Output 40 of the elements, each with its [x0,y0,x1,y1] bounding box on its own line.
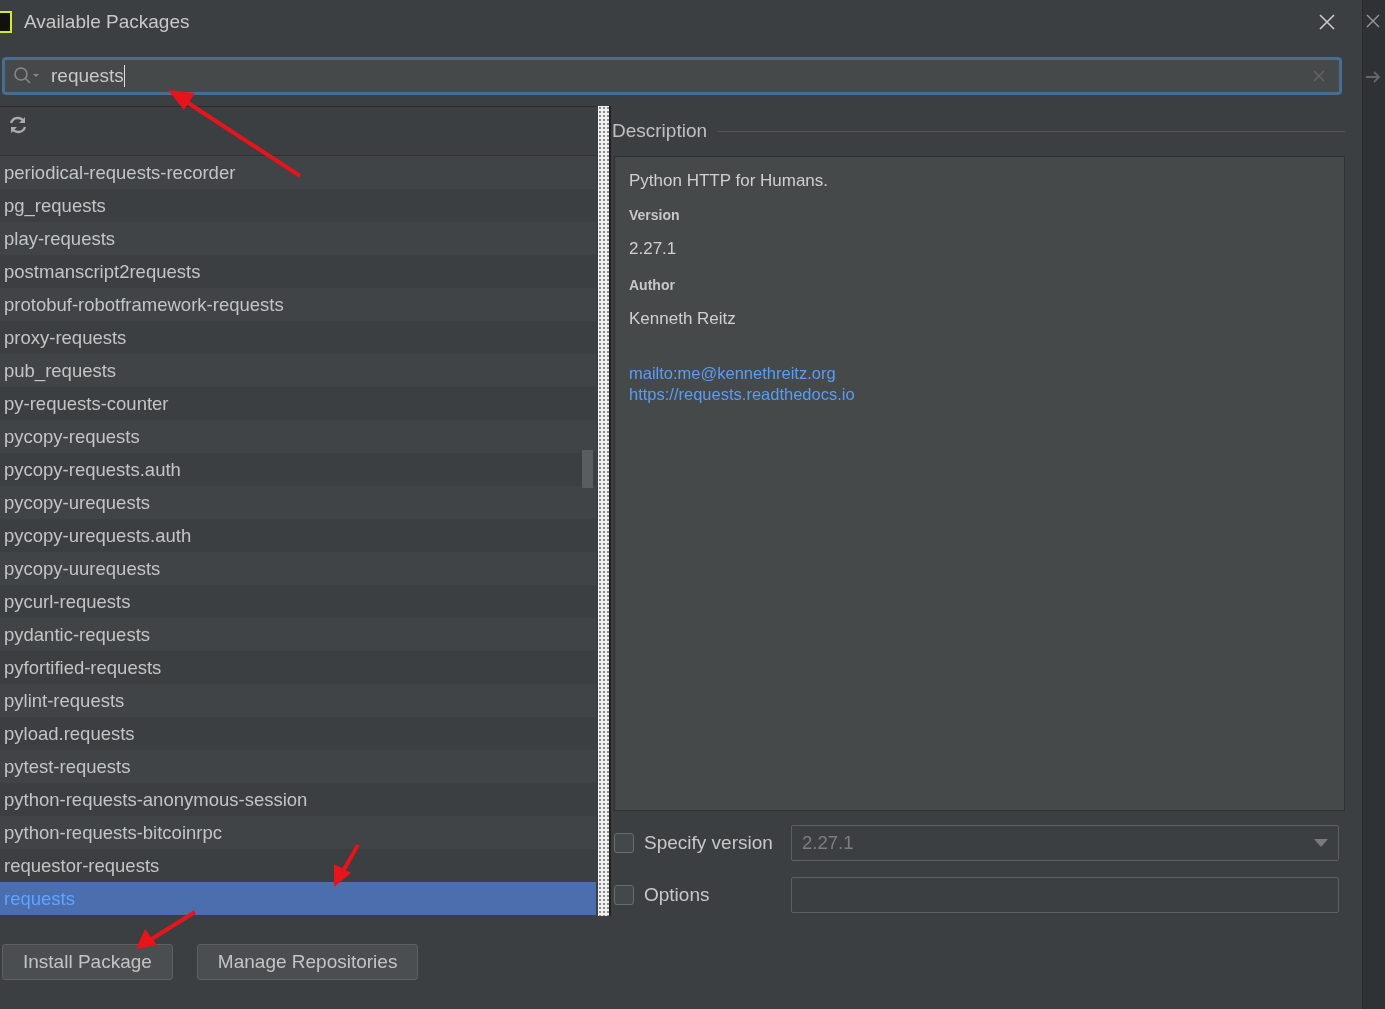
package-summary: Python HTTP for Humans. [629,171,830,191]
package-item[interactable]: pylint-requests [0,684,596,717]
package-item[interactable]: pub_requests [0,354,596,387]
scrollbar-thumb[interactable] [582,450,593,488]
link[interactable]: https://requests.readthedocs.io [629,384,855,405]
annotation-arrow [334,844,360,887]
package-item[interactable]: pydantic-requests [0,618,596,651]
annotation-arrow [136,910,197,949]
checkbox[interactable] [614,833,634,853]
package-item[interactable]: pycopy-uurequests [0,552,596,585]
refresh-icon[interactable] [8,115,28,135]
close-icon[interactable] [1318,13,1336,31]
option-label: Specify version [644,832,774,854]
field-label: Author [629,277,676,293]
field-value: Kenneth Reitz [629,309,737,329]
field-value: 2.27.1 [629,239,678,259]
install-button[interactable]: Install Package [2,944,173,980]
package-item[interactable]: pycopy-urequests [0,486,596,519]
package-item[interactable]: protobuf-robotframework-requests [0,288,596,321]
package-item[interactable]: play-requests [0,222,596,255]
search-field[interactable]: requests [2,57,1342,95]
window-title: Available Packages [24,11,190,33]
close-icon[interactable] [1365,13,1381,29]
link[interactable]: mailto:me@kennethreitz.org [629,363,836,384]
field-label: Version [629,207,681,223]
search-icon [13,66,39,86]
clear-icon[interactable] [1313,70,1325,82]
splitter-handle[interactable] [598,106,611,916]
app-icon [0,11,12,33]
option-label: Options [644,884,711,906]
repositories-button[interactable]: Manage Repositories [196,944,419,980]
caret-icon [1314,839,1328,847]
arrow-icon[interactable] [1365,70,1381,84]
package-item[interactable]: periodical-requests-recorder [0,156,596,189]
package-item[interactable]: python-requests-bitcoinrpc [0,816,596,849]
checkbox[interactable] [614,885,634,905]
input-field[interactable] [791,877,1339,913]
package-item[interactable]: pytest-requests [0,750,596,783]
package-item[interactable]: pycopy-requests [0,420,596,453]
section-heading: Description [612,120,708,142]
